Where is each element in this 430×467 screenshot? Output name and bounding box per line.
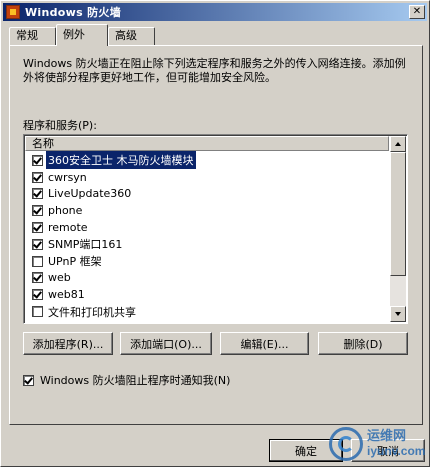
tab-general[interactable]: 常规 — [9, 27, 56, 45]
firewall-dialog: Windows 防火墙 ✕ 常规 例外 高级 Windows 防火墙正在阻止除下… — [0, 0, 430, 467]
tab-exceptions[interactable]: 例外 — [56, 24, 108, 46]
close-button[interactable]: ✕ — [409, 5, 425, 19]
list-item-label: cwrsyn — [48, 170, 87, 184]
list-item-checkbox[interactable] — [32, 255, 43, 267]
list-item-label: SNMP端口161 — [48, 238, 123, 252]
add-port-button[interactable]: 添加端口(O)... — [120, 332, 212, 355]
list-item[interactable]: phone — [25, 202, 389, 219]
list-item-checkbox[interactable] — [32, 289, 43, 301]
list-item-label: phone — [48, 204, 83, 218]
edit-button[interactable]: 编辑(E)... — [220, 332, 309, 355]
list-item[interactable]: LiveUpdate360 — [25, 186, 389, 203]
close-icon: ✕ — [412, 6, 422, 17]
firewall-icon — [6, 5, 20, 19]
list-item[interactable]: web — [25, 270, 389, 287]
tab-advanced[interactable]: 高级 — [108, 27, 155, 45]
list-item[interactable]: UPnP 框架 — [25, 253, 389, 270]
list-item-checkbox[interactable] — [32, 222, 43, 234]
list-item-checkbox[interactable] — [32, 171, 43, 183]
list-scrollbar[interactable] — [390, 136, 406, 322]
scroll-thumb[interactable] — [390, 152, 406, 276]
list-item-label: 360安全卫士 木马防火墙模块 — [46, 151, 196, 170]
notify-option[interactable]: Windows 防火墙阻止程序时通知我(N) — [23, 372, 230, 388]
list-item[interactable]: cwrsyn — [25, 169, 389, 186]
title-bar[interactable]: Windows 防火墙 ✕ — [3, 3, 427, 21]
list-item-label: web81 — [48, 288, 85, 302]
notify-label: Windows 防火墙阻止程序时通知我(N) — [40, 374, 231, 387]
column-header-name[interactable]: 名称 — [25, 136, 389, 151]
list-item[interactable]: remote — [25, 219, 389, 236]
window-title: Windows 防火墙 — [25, 6, 122, 19]
notify-checkbox[interactable] — [23, 374, 34, 386]
delete-button[interactable]: 删除(D) — [318, 332, 408, 355]
list-item-label: UPnP 框架 — [48, 255, 102, 269]
list-item[interactable]: web81 — [25, 286, 389, 303]
description-text: Windows 防火墙正在阻止除下列选定程序和服务之外的传入网络连接。添加例外将… — [23, 57, 406, 84]
list-item-label: remote — [48, 221, 88, 235]
scroll-up-button[interactable] — [390, 136, 406, 152]
list-item[interactable]: 360安全卫士 木马防火墙模块 — [25, 151, 389, 170]
list-item-checkbox[interactable] — [32, 188, 43, 200]
program-list-items: 360安全卫士 木马防火墙模块 cwrsyn LiveUpdate360 phone r… — [25, 151, 389, 320]
list-item-label: 文件和打印机共享 — [48, 305, 136, 319]
list-item-checkbox[interactable] — [32, 205, 43, 217]
list-item[interactable]: SNMP端口161 — [25, 236, 389, 253]
list-item-checkbox[interactable] — [32, 154, 43, 166]
cancel-button[interactable]: 取消 — [351, 439, 425, 462]
list-item-label: LiveUpdate360 — [48, 187, 132, 201]
list-item-checkbox[interactable] — [32, 306, 43, 318]
ok-button[interactable]: 确定 — [269, 439, 343, 462]
scroll-down-button[interactable] — [390, 306, 406, 322]
add-program-button[interactable]: 添加程序(R)... — [23, 332, 113, 355]
list-item[interactable]: 文件和打印机共享 — [25, 303, 389, 320]
program-list[interactable]: 名称 360安全卫士 木马防火墙模块 cwrsyn LiveUpdate360 pho… — [23, 134, 408, 324]
list-item-checkbox[interactable] — [32, 238, 43, 250]
list-item-checkbox[interactable] — [32, 272, 43, 284]
list-item-label: web — [48, 271, 71, 285]
program-list-label: 程序和服务(P): — [23, 119, 97, 132]
